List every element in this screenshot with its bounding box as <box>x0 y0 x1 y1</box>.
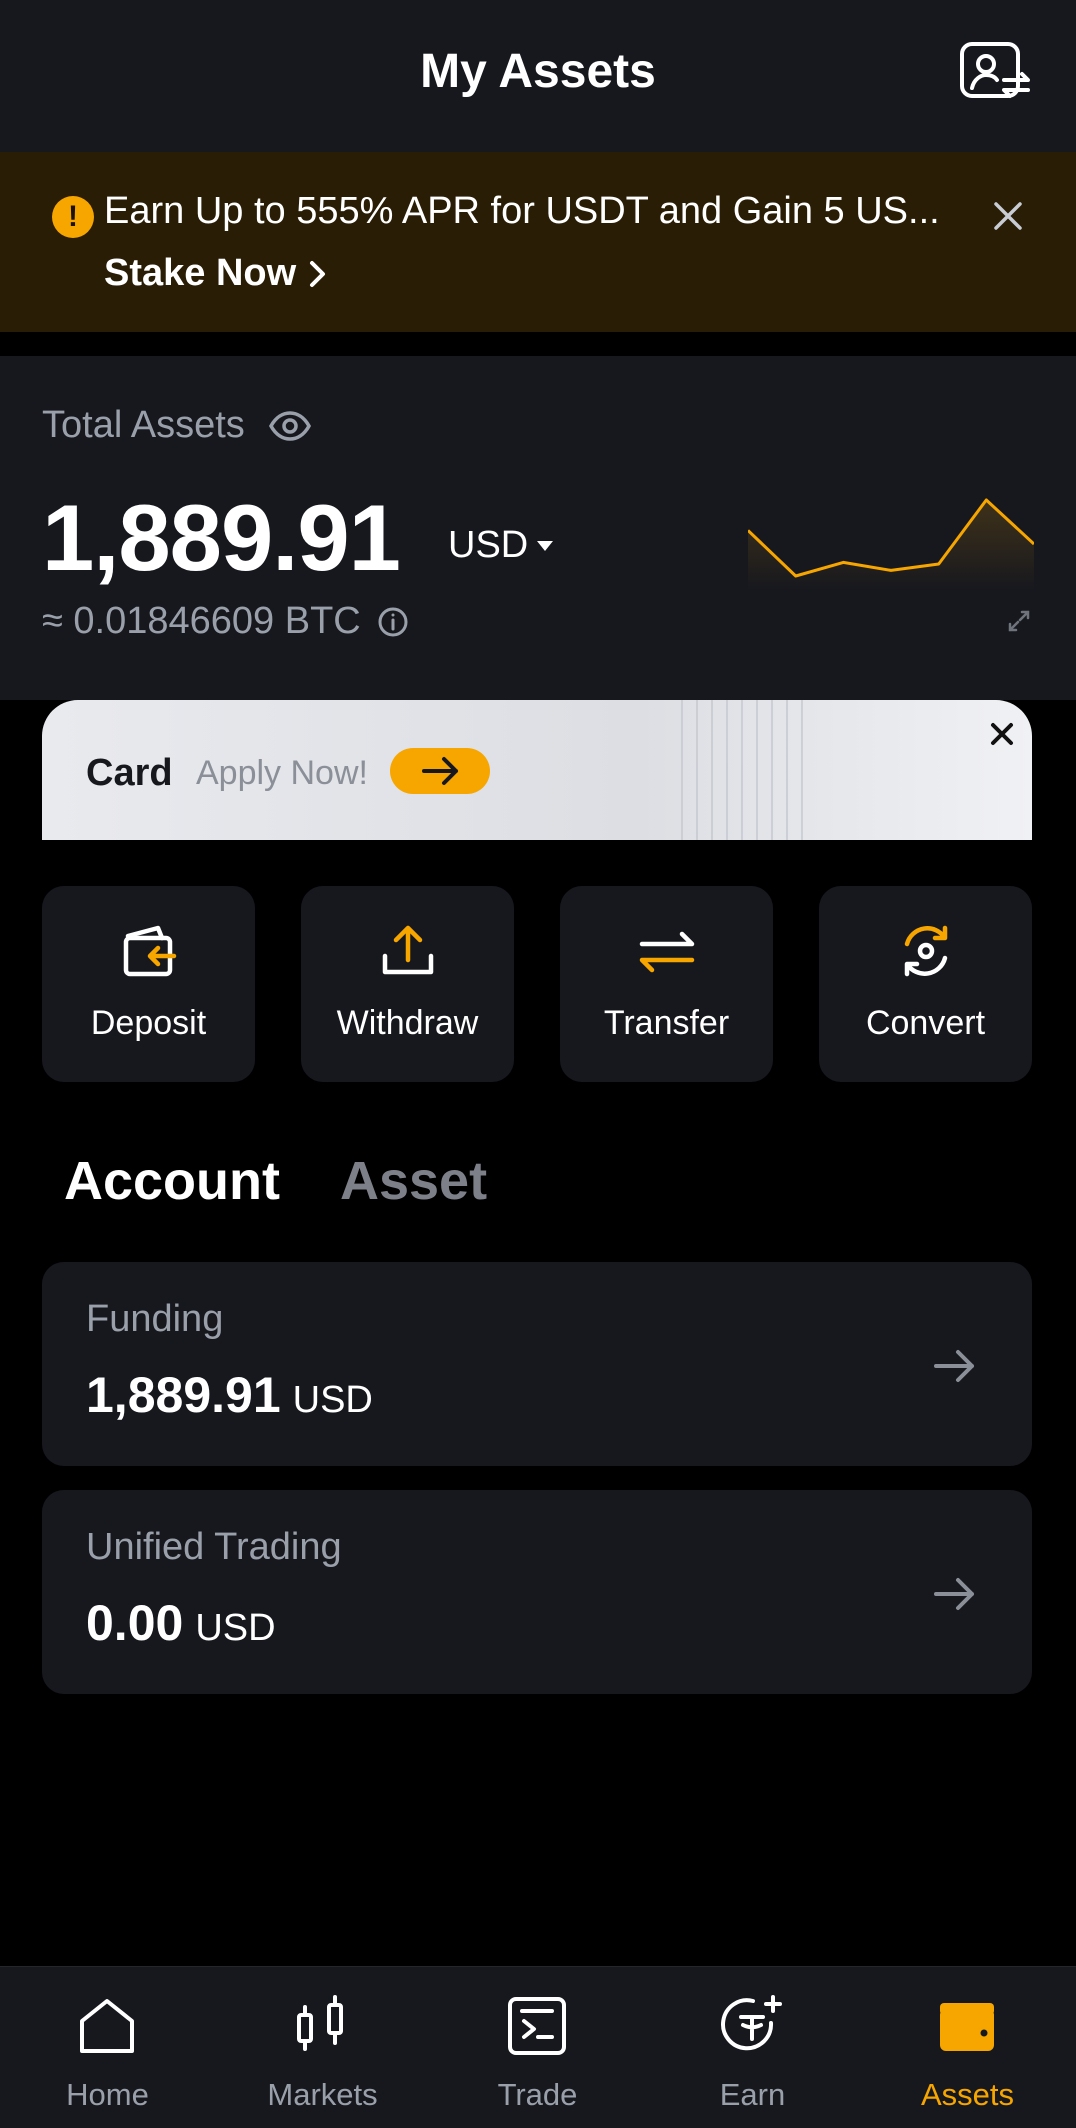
card-title: Card <box>86 752 173 794</box>
btc-equivalent-row: ≈ 0.01846609 BTC <box>42 600 409 643</box>
sparkline-area <box>748 500 1034 590</box>
page-title: My Assets <box>420 45 656 98</box>
currency-selector[interactable]: USD <box>448 524 554 567</box>
arrow-right-icon <box>934 1578 974 1610</box>
close-icon[interactable] <box>990 198 1026 234</box>
nav-label: Trade <box>497 2077 578 2112</box>
currency-label: USD <box>448 524 529 566</box>
convert-button[interactable]: Convert <box>819 886 1032 1082</box>
convert-label: Convert <box>865 1004 986 1042</box>
account-amount: 0.00 <box>86 1595 184 1651</box>
transfer-button[interactable]: Transfer <box>560 886 773 1082</box>
account-name: Unified Trading <box>86 1526 342 1568</box>
nav-label: Earn <box>719 2077 786 2112</box>
balance-sparkline[interactable] <box>748 490 1034 590</box>
nav-home[interactable]: Home <box>0 1967 215 2128</box>
btc-equivalent: ≈ 0.01846609 BTC <box>42 600 361 642</box>
tab-account[interactable]: Account <box>64 1150 280 1212</box>
promo-text: Earn Up to 555% APR for USDT and Gain 5 … <box>104 190 940 232</box>
info-icon[interactable] <box>377 606 409 638</box>
card-decoration <box>681 700 803 840</box>
total-assets-label: Total Assets <box>42 404 245 446</box>
promo-banner[interactable] <box>0 152 1076 332</box>
arrow-right-icon <box>934 1350 974 1382</box>
convert-cycle-icon <box>904 925 948 977</box>
account-asset-tabs: Account Asset <box>64 1150 487 1212</box>
account-currency: USD <box>195 1607 276 1649</box>
withdraw-button[interactable]: Withdraw <box>301 886 514 1082</box>
deposit-wallet-icon <box>123 925 177 977</box>
bottom-nav: Home Markets Trade Earn Assets <box>0 1966 1076 2128</box>
quick-actions: Deposit Withdraw Transfer Convert <box>42 886 1032 1082</box>
transfer-arrows-icon <box>639 931 695 973</box>
nav-markets[interactable]: Markets <box>215 1967 430 2128</box>
account-amount: 1,889.91 <box>86 1367 281 1423</box>
unified-trading-account-card[interactable]: Unified Trading 0.00 USD <box>42 1490 1032 1694</box>
account-name: Funding <box>86 1298 224 1340</box>
apply-now-button[interactable] <box>390 748 490 794</box>
nav-assets[interactable]: Assets <box>860 1967 1075 2128</box>
total-assets-label-row: Total Assets <box>42 404 311 447</box>
stake-now-label: Stake Now <box>104 252 297 294</box>
nav-earn[interactable]: Earn <box>645 1967 860 2128</box>
deposit-button[interactable]: Deposit <box>42 886 255 1082</box>
account-balance: 0.00 USD <box>86 1594 276 1652</box>
arrow-right-icon <box>422 757 458 785</box>
account-currency: USD <box>292 1379 373 1421</box>
expand-icon[interactable] <box>1006 608 1032 634</box>
chevron-right-icon <box>310 260 326 287</box>
home-icon <box>80 1999 134 2053</box>
funding-account-card[interactable]: Funding 1,889.91 USD <box>42 1262 1032 1466</box>
trade-terminal-icon <box>508 1997 566 2055</box>
account-balance: 1,889.91 USD <box>86 1366 373 1424</box>
eye-icon[interactable] <box>268 410 311 441</box>
card-promo[interactable] <box>42 700 1032 840</box>
withdraw-label: Withdraw <box>336 1004 479 1042</box>
nav-label: Assets <box>920 2077 1015 2112</box>
withdraw-upload-icon <box>382 925 434 975</box>
total-assets-amount: 1,889.91 <box>42 485 401 590</box>
candlestick-icon <box>297 1995 343 2051</box>
exclamation-icon: ! <box>52 196 94 238</box>
wallet-icon <box>940 2003 994 2051</box>
transfer-label: Transfer <box>603 1004 730 1042</box>
earn-coin-icon <box>721 1995 782 2051</box>
stake-now-link[interactable]: Stake Now <box>104 252 328 295</box>
deposit-label: Deposit <box>90 1004 207 1042</box>
card-subtitle: Apply Now! <box>196 754 368 792</box>
nav-label: Home <box>66 2077 149 2112</box>
nav-label: Markets <box>267 2077 378 2112</box>
caret-down-icon <box>537 540 554 551</box>
tab-asset[interactable]: Asset <box>340 1150 487 1212</box>
profile-switch-icon[interactable] <box>958 40 1034 104</box>
nav-trade[interactable]: Trade <box>430 1967 645 2128</box>
card-close-icon[interactable] <box>988 720 1016 748</box>
